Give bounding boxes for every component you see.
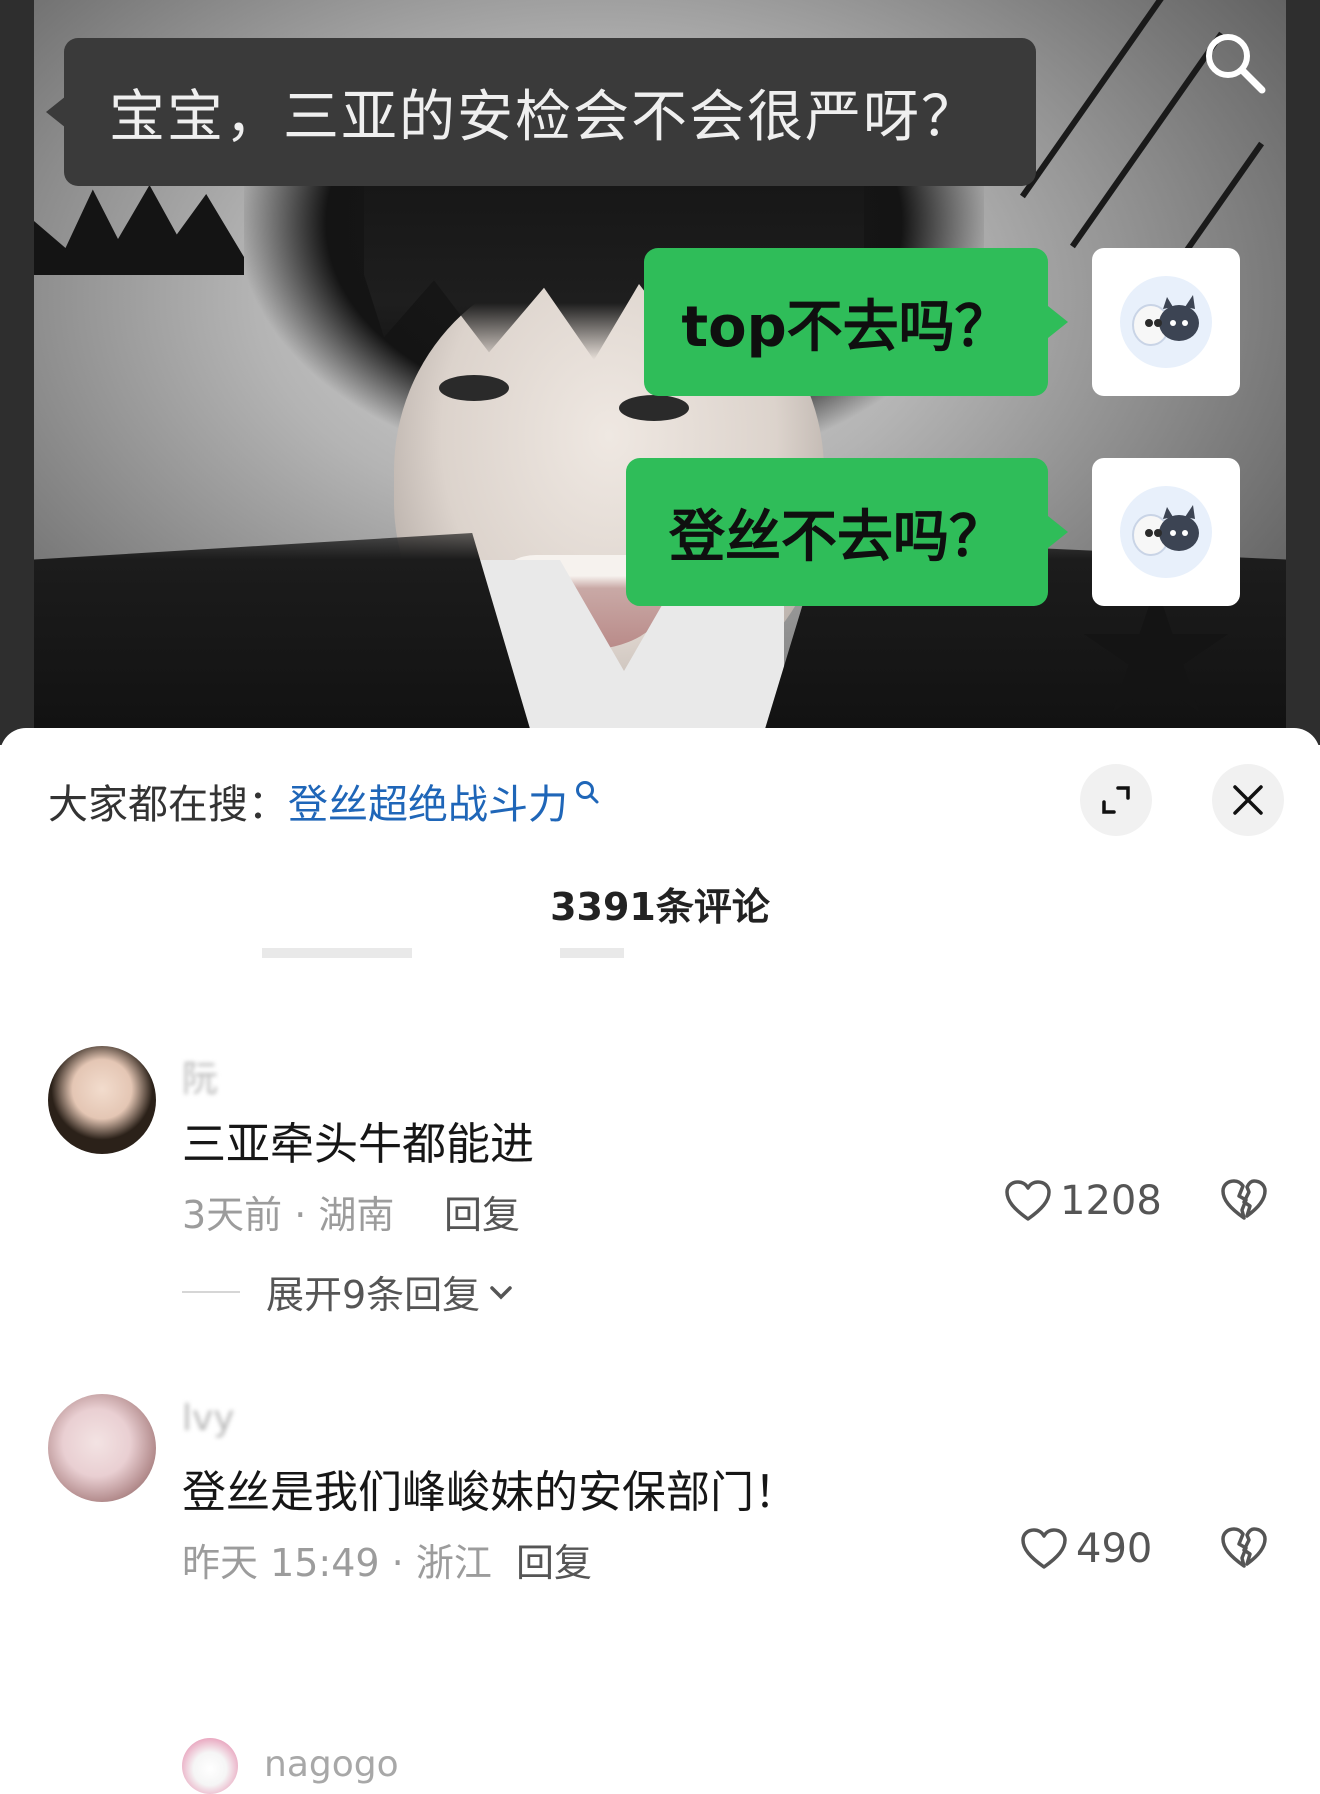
comment-sheet: 大家都在搜： 登丝超绝战斗力 3391条评论 阮 三亚牵头牛都能进 3天前 · … xyxy=(0,728,1320,1794)
decorative-zigzag xyxy=(34,185,244,275)
expand-button[interactable] xyxy=(1080,764,1152,836)
close-button[interactable] xyxy=(1212,764,1284,836)
comment-text: 三亚牵头牛都能进 xyxy=(182,1119,534,1170)
heart-icon xyxy=(1005,1180,1051,1221)
chevron-down-icon xyxy=(490,1285,512,1299)
reply-button[interactable]: 回复 xyxy=(444,1184,520,1239)
incoming-message-bubble: 宝宝，三亚的安检会不会很严呀？ xyxy=(46,38,1036,186)
like-button[interactable]: 490 xyxy=(1020,1526,1152,1572)
cat-avatar-icon xyxy=(1120,276,1212,368)
divider-line xyxy=(182,1290,240,1293)
expand-icon xyxy=(1102,786,1130,814)
sender-avatar xyxy=(1092,458,1240,606)
reply-button[interactable]: 回复 xyxy=(516,1532,592,1587)
outgoing-message-bubble: top不去吗？ xyxy=(644,248,1068,396)
comment-username[interactable]: 阮 xyxy=(182,1050,218,1102)
like-count: 1208 xyxy=(1060,1178,1162,1224)
avatar[interactable] xyxy=(48,1046,156,1154)
outgoing-message-text: 登丝不去吗？ xyxy=(669,504,1005,570)
person-eye xyxy=(439,375,509,401)
dislike-icon[interactable] xyxy=(1220,1178,1268,1222)
expand-replies-button[interactable]: 展开9条回复 xyxy=(182,1264,514,1319)
avatar[interactable] xyxy=(182,1738,238,1794)
video-player[interactable]: 宝宝，三亚的安检会不会很严呀？ top不去吗？ 登丝不去吗？ xyxy=(0,0,1320,745)
dislike-icon[interactable] xyxy=(1220,1526,1268,1570)
comment-count: 3391条评论 xyxy=(550,885,770,929)
comment-meta: 昨天 15:49 · 浙江 xyxy=(182,1541,492,1585)
trending-keyword-link[interactable]: 登丝超绝战斗力 xyxy=(288,772,568,830)
heart-icon xyxy=(1021,1528,1067,1569)
incoming-message-text: 宝宝，三亚的安检会不会很严呀？ xyxy=(109,84,979,150)
like-count: 490 xyxy=(1076,1526,1153,1572)
comment-username[interactable]: lvy xyxy=(182,1398,235,1439)
trending-prefix: 大家都在搜： xyxy=(48,782,288,828)
close-icon xyxy=(1233,785,1263,815)
sort-tab-faded[interactable] xyxy=(560,948,624,958)
outgoing-message-text: top不去吗？ xyxy=(681,294,1011,360)
search-icon xyxy=(576,781,599,804)
like-button[interactable]: 1208 xyxy=(1004,1178,1162,1224)
trending-search[interactable]: 大家都在搜： 登丝超绝战斗力 xyxy=(48,772,600,830)
person-eye xyxy=(619,395,689,421)
comment-text: 登丝是我们峰峻妹的安保部门！ xyxy=(182,1467,798,1518)
sort-tab-faded[interactable] xyxy=(262,948,412,958)
comment-username[interactable]: nagogo xyxy=(264,1744,399,1785)
search-icon[interactable] xyxy=(1200,28,1270,98)
avatar[interactable] xyxy=(48,1394,156,1502)
sender-avatar xyxy=(1092,248,1240,396)
cat-avatar-icon xyxy=(1120,486,1212,578)
expand-replies-label: 展开9条回复 xyxy=(266,1273,481,1317)
decorative-speed-line xyxy=(1019,0,1175,199)
comment-meta: 3天前 · 湖南 xyxy=(182,1193,395,1237)
outgoing-message-bubble: 登丝不去吗？ xyxy=(626,458,1068,606)
